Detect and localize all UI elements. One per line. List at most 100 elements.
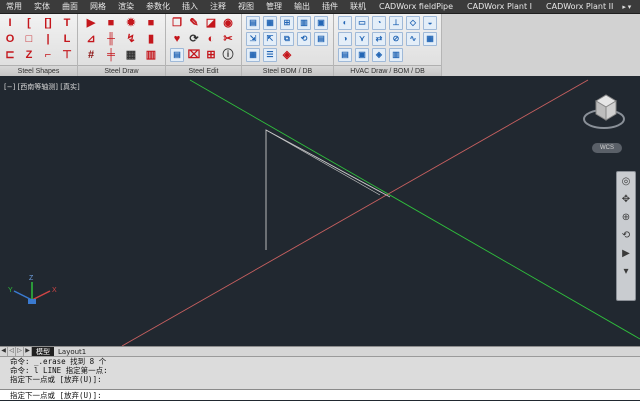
tab-output[interactable]: 输出: [288, 0, 316, 14]
toggle-icon[interactable]: ◉: [221, 16, 235, 30]
stair-icon[interactable]: ⊿: [84, 32, 98, 46]
hvac-bom-icon[interactable]: ▤: [338, 48, 352, 62]
rotate-icon[interactable]: ⟳: [187, 32, 201, 46]
pan-icon[interactable]: ✥: [617, 190, 635, 208]
drawing-viewport[interactable]: Z X Y [−] [西南等轴测] [真实] WCS ◎ ✥ ⊕ ⟲ ▶ ▾: [0, 77, 640, 346]
db-list-icon[interactable]: ☰: [263, 48, 277, 62]
gear-icon[interactable]: ✹: [124, 16, 138, 30]
duct-tee-icon[interactable]: ⊥: [389, 16, 403, 30]
next-tab-icon[interactable]: ▷: [16, 347, 24, 356]
frame-icon[interactable]: ▥: [144, 48, 158, 62]
red-construction-line[interactable]: [121, 79, 589, 346]
tab-layout1[interactable]: Layout1: [54, 347, 90, 357]
bend-icon[interactable]: ↯: [124, 32, 138, 46]
tab-overflow-controls[interactable]: ▸ ▾: [622, 3, 631, 11]
cold-formed-channel-icon[interactable]: ⊏: [3, 48, 17, 62]
viewcube[interactable]: [583, 94, 625, 129]
structural-tee-icon[interactable]: ⊤: [60, 48, 74, 62]
bom-add-icon[interactable]: ⊞: [280, 16, 294, 30]
duct-flex-icon[interactable]: ∿: [406, 32, 420, 46]
duct-transition-icon[interactable]: ◑: [338, 32, 352, 46]
duct-reducer-icon[interactable]: ◇: [406, 16, 420, 30]
ladder-icon[interactable]: ╫: [104, 32, 118, 46]
command-input[interactable]: 指定下一点或 [放弃(U)]:: [0, 389, 640, 400]
prev-tab-icon[interactable]: ◁: [8, 347, 16, 356]
bom-edit-icon[interactable]: ▦: [263, 16, 277, 30]
tab-mesh[interactable]: 网格: [84, 0, 112, 14]
grating-icon[interactable]: #: [84, 48, 98, 62]
viewport-controls-label[interactable]: [−] [西南等轴测] [真实]: [4, 82, 80, 92]
db-import-icon[interactable]: ⇱: [263, 32, 277, 46]
tab-render[interactable]: 渲染: [112, 0, 140, 14]
double-angle-icon[interactable]: ⌐: [41, 48, 55, 62]
tab-insert[interactable]: 插入: [176, 0, 204, 14]
duct-wye-icon[interactable]: ⋎: [355, 32, 369, 46]
green-construction-line[interactable]: [189, 79, 640, 340]
duct-rect-icon[interactable]: ▭: [355, 16, 369, 30]
tab-surface[interactable]: 曲面: [56, 0, 84, 14]
bar-icon[interactable]: |: [41, 32, 55, 46]
bom-icon[interactable]: ▤: [246, 16, 260, 30]
hvac-report-icon[interactable]: ▥: [389, 48, 403, 62]
duct-vent-icon[interactable]: ▦: [423, 32, 437, 46]
zee-icon[interactable]: Z: [22, 48, 36, 62]
drawing-canvas[interactable]: Z X Y: [0, 77, 640, 346]
duct-round-icon[interactable]: ◐: [338, 16, 352, 30]
tab-cadworx-plant-1[interactable]: CADWorx Plant I: [460, 0, 539, 14]
trim-icon[interactable]: ✂: [221, 32, 235, 46]
showmotion-icon[interactable]: ▶: [617, 244, 635, 262]
grid-icon[interactable]: ▦: [124, 48, 138, 62]
hvac-tag-icon[interactable]: ◈: [372, 48, 386, 62]
tab-cadworx-fieldpipe[interactable]: CADWorx fieldPipe: [372, 0, 460, 14]
tab-model[interactable]: 模型: [32, 346, 54, 357]
db-export-icon[interactable]: ⇲: [246, 32, 260, 46]
tab-parametric[interactable]: 参数化: [140, 0, 176, 14]
first-tab-icon[interactable]: ◀: [0, 347, 8, 356]
orbit-icon[interactable]: ⟲: [617, 226, 635, 244]
tab-manage[interactable]: 管理: [260, 0, 288, 14]
tab-annotate[interactable]: 注释: [204, 0, 232, 14]
tee-icon[interactable]: T: [60, 16, 74, 30]
last-tab-icon[interactable]: ▶: [24, 347, 32, 356]
draw-member-icon[interactable]: ▶: [84, 16, 98, 30]
wcs-menu[interactable]: WCS: [592, 143, 622, 153]
edit-icon[interactable]: ✎: [187, 16, 201, 30]
stop-icon[interactable]: ■: [104, 16, 118, 30]
db-link-icon[interactable]: ⧉: [280, 32, 294, 46]
db-view-icon[interactable]: ▦: [246, 48, 260, 62]
double-channel-icon[interactable]: []: [41, 16, 55, 30]
duct-offset-icon[interactable]: ⇄: [372, 32, 386, 46]
column-icon[interactable]: ▮: [144, 32, 158, 46]
info-icon[interactable]: ⓘ: [221, 48, 235, 62]
tube-icon[interactable]: O: [3, 32, 17, 46]
heart-icon[interactable]: ♥: [170, 32, 184, 46]
db-tag-icon[interactable]: ◈: [280, 48, 294, 62]
join-icon[interactable]: ⊞: [204, 48, 218, 62]
tab-solid[interactable]: 实体: [28, 0, 56, 14]
flip-icon[interactable]: ◐: [204, 32, 218, 46]
db-report-icon[interactable]: ▤: [314, 32, 328, 46]
properties-icon[interactable]: ▤: [170, 48, 184, 62]
duct-cap-icon[interactable]: ◒: [423, 16, 437, 30]
drawn-line-shape-edge[interactable]: [265, 129, 381, 196]
duct-damper-icon[interactable]: ⊘: [389, 32, 403, 46]
duct-elbow-icon[interactable]: ◔: [372, 16, 386, 30]
cut-icon[interactable]: ⌧: [187, 48, 201, 62]
channel-icon[interactable]: [: [22, 16, 36, 30]
db-sync-icon[interactable]: ⟲: [297, 32, 311, 46]
i-beam-icon[interactable]: I: [3, 16, 17, 30]
plate-icon[interactable]: ■: [144, 16, 158, 30]
scale-icon[interactable]: ◪: [204, 16, 218, 30]
bom-db-icon[interactable]: ▣: [314, 16, 328, 30]
zoom-icon[interactable]: ⊕: [617, 208, 635, 226]
tab-cadworx-plant-2[interactable]: CADWorx Plant II: [539, 0, 620, 14]
hvac-db-icon[interactable]: ▣: [355, 48, 369, 62]
navbar-menu-icon[interactable]: ▾: [617, 262, 635, 280]
square-tube-icon[interactable]: □: [22, 32, 36, 46]
tab-plugins[interactable]: 插件: [316, 0, 344, 14]
tab-view[interactable]: 视图: [232, 0, 260, 14]
tab-common[interactable]: 常用: [0, 0, 28, 14]
bom-table-icon[interactable]: ▥: [297, 16, 311, 30]
steering-wheel-icon[interactable]: ◎: [617, 172, 635, 190]
copy-icon[interactable]: ❐: [170, 16, 184, 30]
